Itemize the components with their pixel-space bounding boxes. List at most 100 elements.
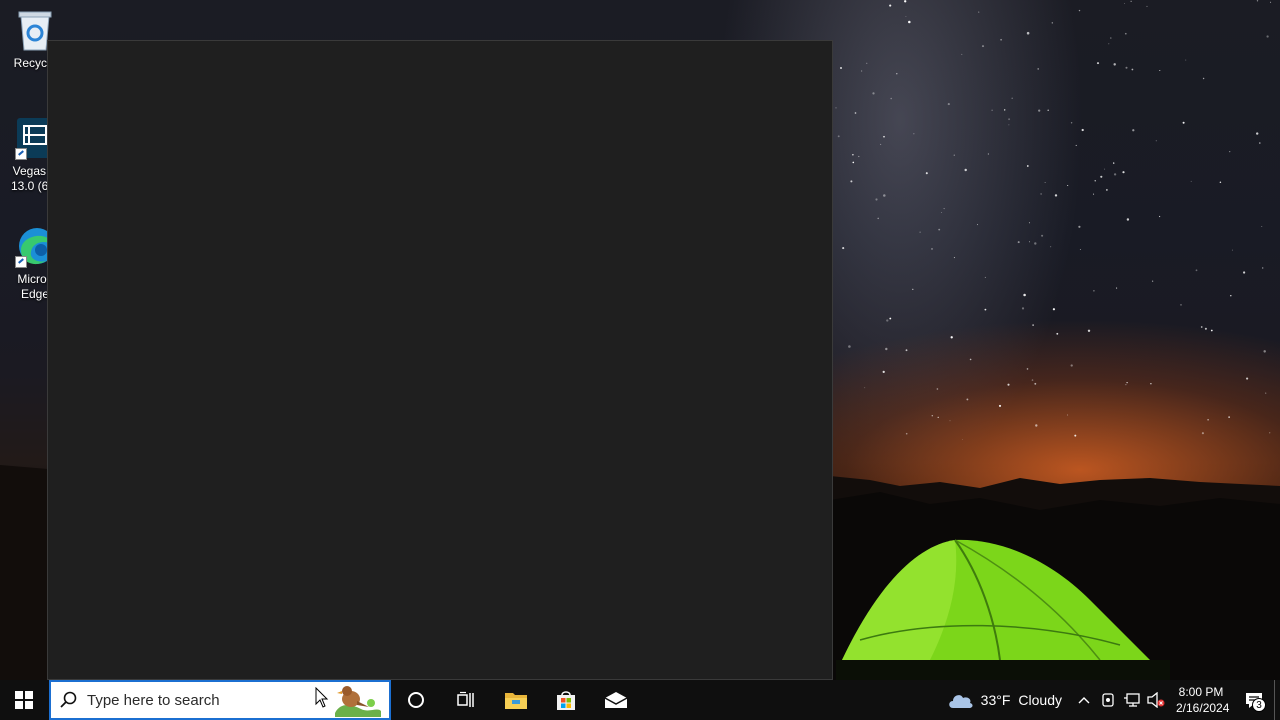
star	[1032, 324, 1034, 326]
chevron-up-icon	[1078, 697, 1090, 704]
file-explorer-icon	[505, 693, 527, 709]
star	[962, 438, 963, 440]
star	[839, 66, 843, 70]
star	[1146, 5, 1148, 7]
star	[977, 224, 978, 226]
star	[1207, 418, 1209, 421]
search-highlight-bird-icon[interactable]	[331, 683, 383, 717]
cortana-button[interactable]	[391, 680, 441, 720]
star	[1159, 69, 1161, 72]
star	[1051, 22, 1053, 24]
star	[866, 62, 868, 64]
star	[858, 155, 860, 158]
star	[1190, 180, 1192, 182]
star	[880, 143, 882, 145]
star	[1125, 384, 1127, 386]
star	[1124, 2, 1125, 4]
star	[1113, 63, 1116, 66]
star	[852, 161, 855, 164]
clock-date: 2/16/2024	[1176, 701, 1230, 715]
star	[1041, 234, 1044, 237]
search-icon	[51, 691, 87, 709]
show-hidden-icons-button[interactable]	[1072, 680, 1096, 720]
star	[1040, 193, 1042, 195]
star	[978, 11, 980, 13]
star	[1201, 432, 1204, 435]
star	[1050, 246, 1052, 248]
star	[1028, 241, 1030, 243]
star	[1028, 222, 1030, 224]
star	[991, 109, 993, 111]
star	[969, 358, 972, 361]
star	[1093, 289, 1095, 292]
star	[1259, 142, 1261, 144]
file-explorer-button[interactable]	[491, 680, 541, 720]
system-tray: 33°F Cloudy 8:00 PM 2/16/2024 3	[937, 680, 1280, 720]
search-input[interactable]	[87, 685, 297, 715]
star	[1151, 280, 1154, 282]
star	[1231, 249, 1233, 251]
cloud-icon	[948, 695, 973, 708]
star	[936, 388, 939, 390]
mail-icon	[604, 692, 628, 708]
star	[1026, 31, 1030, 35]
star	[1074, 434, 1077, 437]
star	[1113, 162, 1115, 164]
star	[1075, 144, 1077, 146]
start-button[interactable]	[0, 680, 48, 720]
app-window[interactable]	[47, 40, 833, 680]
volume-button[interactable]	[1144, 680, 1168, 720]
star	[953, 257, 955, 259]
star	[919, 231, 921, 233]
star	[1008, 124, 1010, 126]
star	[1180, 304, 1182, 306]
action-center-button[interactable]: 3	[1234, 680, 1274, 720]
star	[908, 20, 911, 24]
star	[852, 154, 854, 156]
star	[1242, 271, 1246, 274]
search-box[interactable]	[49, 680, 391, 720]
star	[885, 347, 888, 351]
star	[1131, 68, 1134, 71]
tray-app-button[interactable]	[1096, 680, 1120, 720]
star	[1256, 132, 1259, 135]
star	[1122, 171, 1125, 174]
star	[925, 172, 928, 175]
star	[1104, 168, 1106, 170]
star	[864, 387, 866, 389]
star	[1202, 77, 1205, 80]
mail-button[interactable]	[591, 680, 641, 720]
microsoft-store-button[interactable]	[541, 680, 591, 720]
star	[949, 420, 951, 422]
shortcut-arrow-icon	[15, 148, 27, 160]
star	[1070, 122, 1073, 124]
star	[981, 45, 985, 48]
star	[998, 404, 1002, 407]
star	[883, 194, 886, 197]
star	[1000, 38, 1002, 41]
star	[1204, 327, 1207, 330]
task-view-icon	[457, 691, 474, 707]
show-desktop-button[interactable]	[1274, 680, 1280, 720]
windows-logo-icon	[15, 691, 33, 709]
star	[1096, 62, 1100, 65]
star	[1026, 368, 1029, 370]
network-button[interactable]	[1120, 680, 1144, 720]
star	[1125, 66, 1128, 69]
star	[1034, 242, 1037, 245]
star	[1262, 267, 1264, 269]
star	[966, 398, 969, 401]
star	[1023, 293, 1026, 297]
weather-widget[interactable]: 33°F Cloudy	[937, 691, 1072, 709]
star	[1021, 307, 1025, 310]
star	[1116, 287, 1118, 289]
shortcut-arrow-icon	[15, 256, 27, 268]
star	[943, 208, 945, 210]
star	[1079, 248, 1081, 251]
star	[1124, 32, 1127, 35]
star	[1256, 0, 1259, 2]
star	[1034, 382, 1037, 385]
clock[interactable]: 8:00 PM 2/16/2024	[1168, 684, 1234, 716]
star	[1035, 424, 1038, 427]
task-view-button[interactable]	[441, 680, 491, 720]
